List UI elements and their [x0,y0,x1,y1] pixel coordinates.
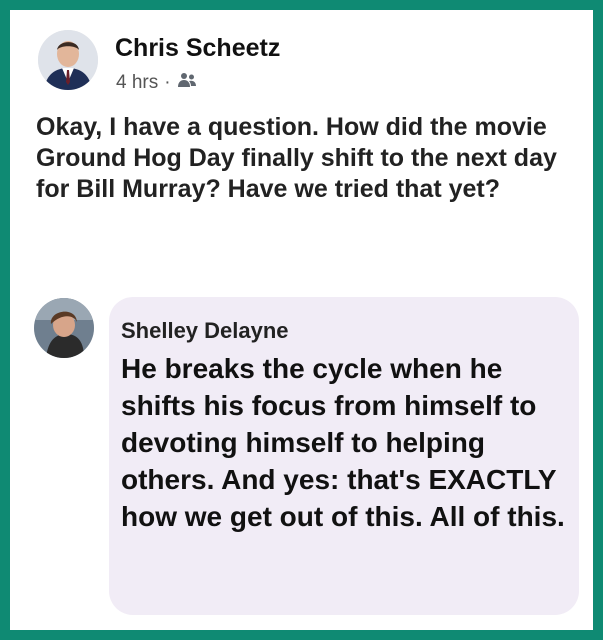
post-timestamp[interactable]: 4 hrs [116,72,158,94]
post-body-text: Okay, I have a question. How did the mov… [36,113,557,203]
comment-author-avatar[interactable] [34,298,94,358]
screenshot-frame: Chris Scheetz 4 hrs · Okay, I have a que… [10,10,593,630]
comment-author-name[interactable]: Shelley Delayne [121,318,289,344]
friends-icon [177,72,197,94]
post-meta: 4 hrs · [116,72,197,94]
meta-separator: · [164,72,171,93]
post-author-avatar[interactable] [38,30,98,90]
comment-text: He breaks the cycle when he shifts his f… [121,353,565,532]
post-author-name[interactable]: Chris Scheetz [115,34,280,63]
